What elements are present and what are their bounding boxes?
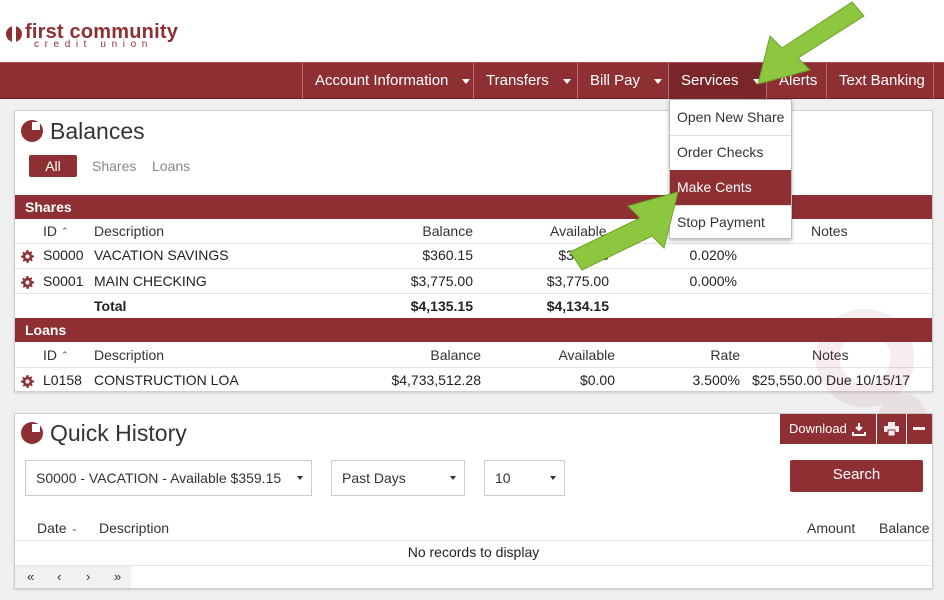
filter-all-button[interactable]: All — [29, 155, 77, 177]
caret-down-icon — [654, 78, 663, 84]
gear-icon[interactable] — [21, 375, 34, 388]
filter-shares-link[interactable]: Shares — [92, 158, 136, 174]
cell-available: $0.00 — [579, 372, 615, 388]
nav-label: Bill Pay — [590, 72, 641, 89]
annotation-arrow-icon — [757, 1, 865, 85]
cell-description: MAIN CHECKING — [94, 273, 207, 289]
nav-label: Services — [681, 72, 739, 89]
column-available: Available — [558, 347, 615, 363]
cell-id: S0001 — [43, 273, 84, 289]
column-balance: Balance — [879, 520, 930, 536]
period-select-value: Past Days — [342, 470, 406, 486]
empty-message: No records to display — [407, 544, 540, 560]
count-select-value: 10 — [495, 470, 511, 486]
column-balance: Balance — [422, 223, 473, 239]
sort-icon: ⌄ — [70, 523, 79, 533]
menu-item-order-checks[interactable]: Order Checks — [670, 135, 791, 170]
sort-icon: ⌃ — [61, 226, 69, 236]
watermark-graphic — [815, 308, 927, 442]
column-description: Description — [99, 520, 170, 536]
pie-chart-icon — [21, 422, 43, 444]
cell-balance: $4,733,512.28 — [391, 372, 481, 388]
account-select[interactable]: S0000 - VACATION - Available $359.15 — [25, 460, 312, 496]
nav-account-information[interactable]: Account Information — [302, 63, 473, 99]
filter-loans-link[interactable]: Loans — [152, 158, 190, 174]
column-description: Description — [94, 223, 165, 239]
gear-icon[interactable] — [21, 250, 34, 263]
search-button[interactable]: Search — [790, 460, 923, 492]
logo-mark-icon — [6, 25, 22, 43]
nav-label: Account Information — [315, 72, 449, 89]
cell-rate: 3.500% — [692, 372, 740, 388]
count-select[interactable]: 10 — [484, 460, 565, 496]
divider — [15, 243, 932, 244]
caret-down-icon — [462, 78, 471, 84]
first-page-button[interactable]: « — [27, 569, 34, 584]
brand-subtitle: credit union — [34, 39, 153, 50]
panel-title: Balances — [50, 117, 145, 144]
caret-down-icon — [550, 476, 556, 480]
pagination: « ‹ › » — [15, 566, 131, 588]
column-balance: Balance — [430, 347, 481, 363]
prev-page-button[interactable]: ‹ — [57, 569, 61, 584]
column-date[interactable]: Date ⌄ — [37, 520, 78, 536]
cell-id: S0000 — [43, 247, 84, 263]
divider — [15, 268, 932, 269]
next-page-button[interactable]: › — [86, 569, 90, 584]
nav-bill-pay[interactable]: Bill Pay — [577, 63, 668, 99]
account-select-value: S0000 - VACATION - Available $359.15 — [36, 470, 282, 486]
annotation-arrow-icon — [569, 191, 679, 271]
column-description: Description — [94, 347, 165, 363]
cell-balance: $3,775.00 — [410, 273, 473, 289]
menu-item-open-new-share[interactable]: Open New Share — [670, 100, 791, 135]
nav-transfers[interactable]: Transfers — [473, 63, 577, 99]
cell-id: L0158 — [43, 372, 82, 388]
total-available: $4,134.15 — [546, 298, 609, 314]
column-amount: Amount — [807, 520, 856, 536]
panel-title: Quick History — [50, 419, 187, 446]
cell-description: CONSTRUCTION LOA — [94, 372, 239, 388]
last-page-button[interactable]: » — [114, 569, 121, 584]
caret-down-icon — [562, 78, 571, 84]
shares-section-header: Shares — [15, 195, 932, 219]
column-rate: Rate — [710, 347, 740, 363]
history-title-bar: Quick History — [21, 417, 187, 449]
gear-icon[interactable] — [21, 276, 34, 289]
column-notes: Notes — [811, 223, 848, 239]
total-balance: $4,135.15 — [410, 298, 473, 314]
divider — [15, 565, 932, 566]
cell-description: VACATION SAVINGS — [94, 247, 229, 263]
period-select[interactable]: Past Days — [331, 460, 465, 496]
divider — [15, 540, 932, 541]
cell-balance: $360.15 — [422, 247, 473, 263]
nav-label: Transfers — [486, 72, 549, 89]
sort-icon: ⌃ — [61, 350, 69, 360]
caret-down-icon — [297, 476, 303, 480]
total-label: Total — [94, 298, 127, 314]
caret-down-icon — [450, 476, 456, 480]
balances-title-bar: Balances — [21, 115, 145, 147]
column-id[interactable]: ID ⌃ — [43, 223, 69, 239]
pie-chart-icon — [21, 120, 43, 142]
column-id[interactable]: ID ⌃ — [43, 347, 69, 363]
